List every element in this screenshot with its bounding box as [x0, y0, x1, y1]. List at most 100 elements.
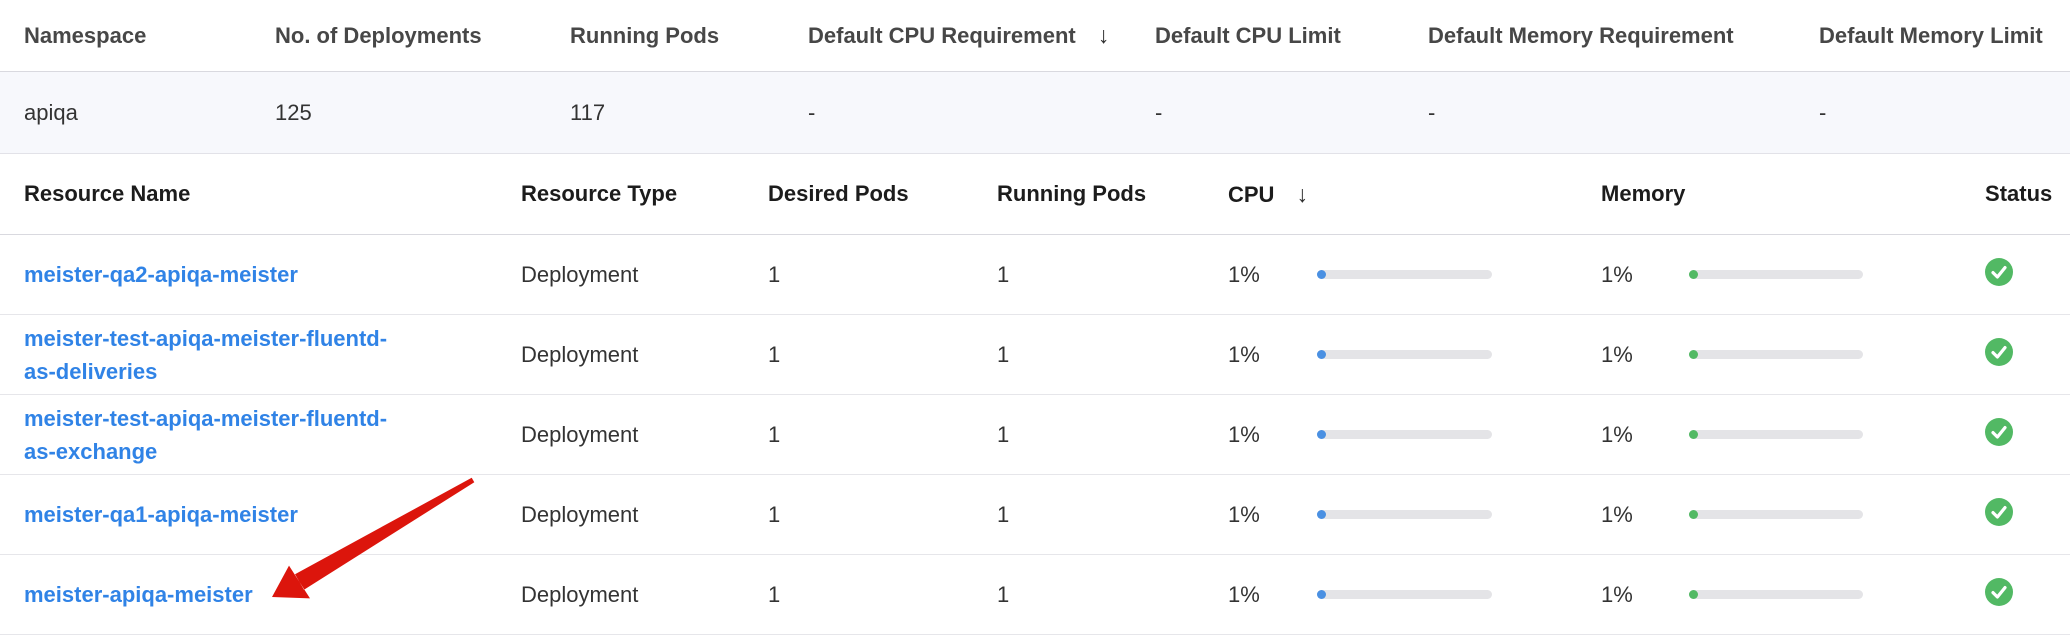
- resource-name-link[interactable]: meister-test-apiqa-meister-fluentd- as-d…: [24, 322, 387, 388]
- memory-usage-bar: [1689, 430, 1863, 439]
- resource-row: meister-test-apiqa-meister-fluentd- as-d…: [0, 315, 2070, 395]
- resource-table: Resource Name Resource Type Desired Pods…: [0, 154, 2070, 635]
- running-pods-count-cell: 117: [546, 72, 784, 154]
- status-healthy-icon: [1985, 578, 2013, 606]
- memory-usage-bar: [1689, 350, 1863, 359]
- default-memory-requirement-cell: -: [1404, 72, 1795, 154]
- running-pods-cell: 1: [973, 475, 1204, 555]
- namespace-table: Namespace No. of Deployments Running Pod…: [0, 0, 2070, 154]
- sort-descending-icon[interactable]: ↓: [1098, 22, 1110, 49]
- desired-pods-cell: 1: [744, 555, 973, 635]
- memory-usage-bar: [1689, 590, 1863, 599]
- cpu-usage-bar-fill: [1317, 590, 1326, 599]
- cpu-usage-bar-fill: [1317, 270, 1326, 279]
- memory-percent-cell: 1%: [1577, 395, 1665, 475]
- resource-row: meister-qa2-apiqa-meister Deployment 1 1…: [0, 235, 2070, 315]
- memory-usage-bar-fill: [1689, 270, 1698, 279]
- status-healthy-icon: [1985, 258, 2013, 286]
- memory-usage-bar: [1689, 270, 1863, 279]
- resource-name-cell: meister-qa1-apiqa-meister: [0, 475, 497, 555]
- namespace-row: apiqa 125 117 - - - -: [0, 72, 2070, 154]
- col-header-default-cpu-limit[interactable]: Default CPU Limit: [1131, 0, 1404, 72]
- default-memory-limit-cell: -: [1795, 72, 2070, 154]
- col-header-namespace[interactable]: Namespace: [0, 0, 251, 72]
- workloads-dashboard: Namespace No. of Deployments Running Pod…: [0, 0, 2070, 642]
- namespace-header-row: Namespace No. of Deployments Running Pod…: [0, 0, 2070, 72]
- cpu-usage-bar-fill: [1317, 430, 1326, 439]
- memory-usage-bar-fill: [1689, 510, 1698, 519]
- cpu-usage-bar: [1317, 350, 1492, 359]
- default-cpu-limit-cell: -: [1131, 72, 1404, 154]
- status-healthy-icon: [1985, 498, 2013, 526]
- resource-type-cell: Deployment: [497, 475, 744, 555]
- status-cell: [1961, 395, 2070, 475]
- desired-pods-cell: 1: [744, 235, 973, 315]
- cpu-percent-cell: 1%: [1204, 555, 1293, 635]
- resource-name-cell: meister-test-apiqa-meister-fluentd- as-d…: [0, 315, 497, 395]
- resource-name-cell: meister-test-apiqa-meister-fluentd- as-e…: [0, 395, 497, 475]
- cpu-usage-bar-fill: [1317, 350, 1326, 359]
- cpu-percent-cell: 1%: [1204, 475, 1293, 555]
- resource-name-link[interactable]: meister-qa1-apiqa-meister: [24, 498, 298, 531]
- resource-name-cell: meister-apiqa-meister: [0, 555, 497, 635]
- resource-name-link[interactable]: meister-test-apiqa-meister-fluentd- as-e…: [24, 402, 387, 468]
- col-header-resource-type[interactable]: Resource Type: [497, 154, 744, 235]
- cpu-bar-cell: [1293, 475, 1577, 555]
- col-header-running-pods[interactable]: Running Pods: [546, 0, 784, 72]
- col-header-default-cpu-requirement[interactable]: Default CPU Requirement ↓: [784, 0, 1131, 72]
- col-header-no-of-deployments[interactable]: No. of Deployments: [251, 0, 546, 72]
- resource-type-cell: Deployment: [497, 315, 744, 395]
- status-healthy-icon: [1985, 418, 2013, 446]
- col-header-cpu[interactable]: CPU↓: [1204, 154, 1577, 235]
- status-healthy-icon: [1985, 338, 2013, 366]
- resource-name-link[interactable]: meister-apiqa-meister: [24, 578, 253, 611]
- running-pods-cell: 1: [973, 555, 1204, 635]
- sort-descending-icon[interactable]: ↓: [1296, 181, 1308, 208]
- desired-pods-cell: 1: [744, 395, 973, 475]
- memory-usage-bar-fill: [1689, 350, 1698, 359]
- memory-usage-bar: [1689, 510, 1863, 519]
- col-header-default-memory-limit[interactable]: Default Memory Limit: [1795, 0, 2070, 72]
- resource-name-link[interactable]: meister-qa2-apiqa-meister: [24, 258, 298, 291]
- cpu-usage-bar: [1317, 270, 1492, 279]
- memory-usage-bar-fill: [1689, 590, 1698, 599]
- cpu-bar-cell: [1293, 315, 1577, 395]
- cpu-usage-bar: [1317, 510, 1492, 519]
- resource-type-cell: Deployment: [497, 555, 744, 635]
- col-header-desired-pods[interactable]: Desired Pods: [744, 154, 973, 235]
- col-header-label: Default CPU Requirement: [808, 23, 1076, 48]
- cpu-usage-bar: [1317, 590, 1492, 599]
- resource-row: meister-test-apiqa-meister-fluentd- as-e…: [0, 395, 2070, 475]
- desired-pods-cell: 1: [744, 475, 973, 555]
- status-cell: [1961, 315, 2070, 395]
- memory-bar-cell: [1665, 475, 1961, 555]
- cpu-usage-bar-fill: [1317, 510, 1326, 519]
- col-header-running-pods[interactable]: Running Pods: [973, 154, 1204, 235]
- resource-table-body: meister-qa2-apiqa-meister Deployment 1 1…: [0, 235, 2070, 635]
- running-pods-cell: 1: [973, 395, 1204, 475]
- running-pods-cell: 1: [973, 315, 1204, 395]
- col-header-status[interactable]: Status: [1961, 154, 2070, 235]
- memory-bar-cell: [1665, 555, 1961, 635]
- default-cpu-requirement-cell: -: [784, 72, 1131, 154]
- memory-bar-cell: [1665, 315, 1961, 395]
- running-pods-cell: 1: [973, 235, 1204, 315]
- status-cell: [1961, 475, 2070, 555]
- status-cell: [1961, 235, 2070, 315]
- col-header-default-memory-requirement[interactable]: Default Memory Requirement: [1404, 0, 1795, 72]
- memory-percent-cell: 1%: [1577, 315, 1665, 395]
- memory-percent-cell: 1%: [1577, 555, 1665, 635]
- memory-percent-cell: 1%: [1577, 475, 1665, 555]
- resource-row: meister-apiqa-meister Deployment 1 1 1% …: [0, 555, 2070, 635]
- col-header-memory[interactable]: Memory: [1577, 154, 1961, 235]
- col-header-resource-name[interactable]: Resource Name: [0, 154, 497, 235]
- deployments-count-cell: 125: [251, 72, 546, 154]
- resource-header-row: Resource Name Resource Type Desired Pods…: [0, 154, 2070, 235]
- cpu-bar-cell: [1293, 395, 1577, 475]
- cpu-bar-cell: [1293, 555, 1577, 635]
- memory-bar-cell: [1665, 235, 1961, 315]
- memory-bar-cell: [1665, 395, 1961, 475]
- cpu-percent-cell: 1%: [1204, 315, 1293, 395]
- memory-usage-bar-fill: [1689, 430, 1698, 439]
- cpu-percent-cell: 1%: [1204, 395, 1293, 475]
